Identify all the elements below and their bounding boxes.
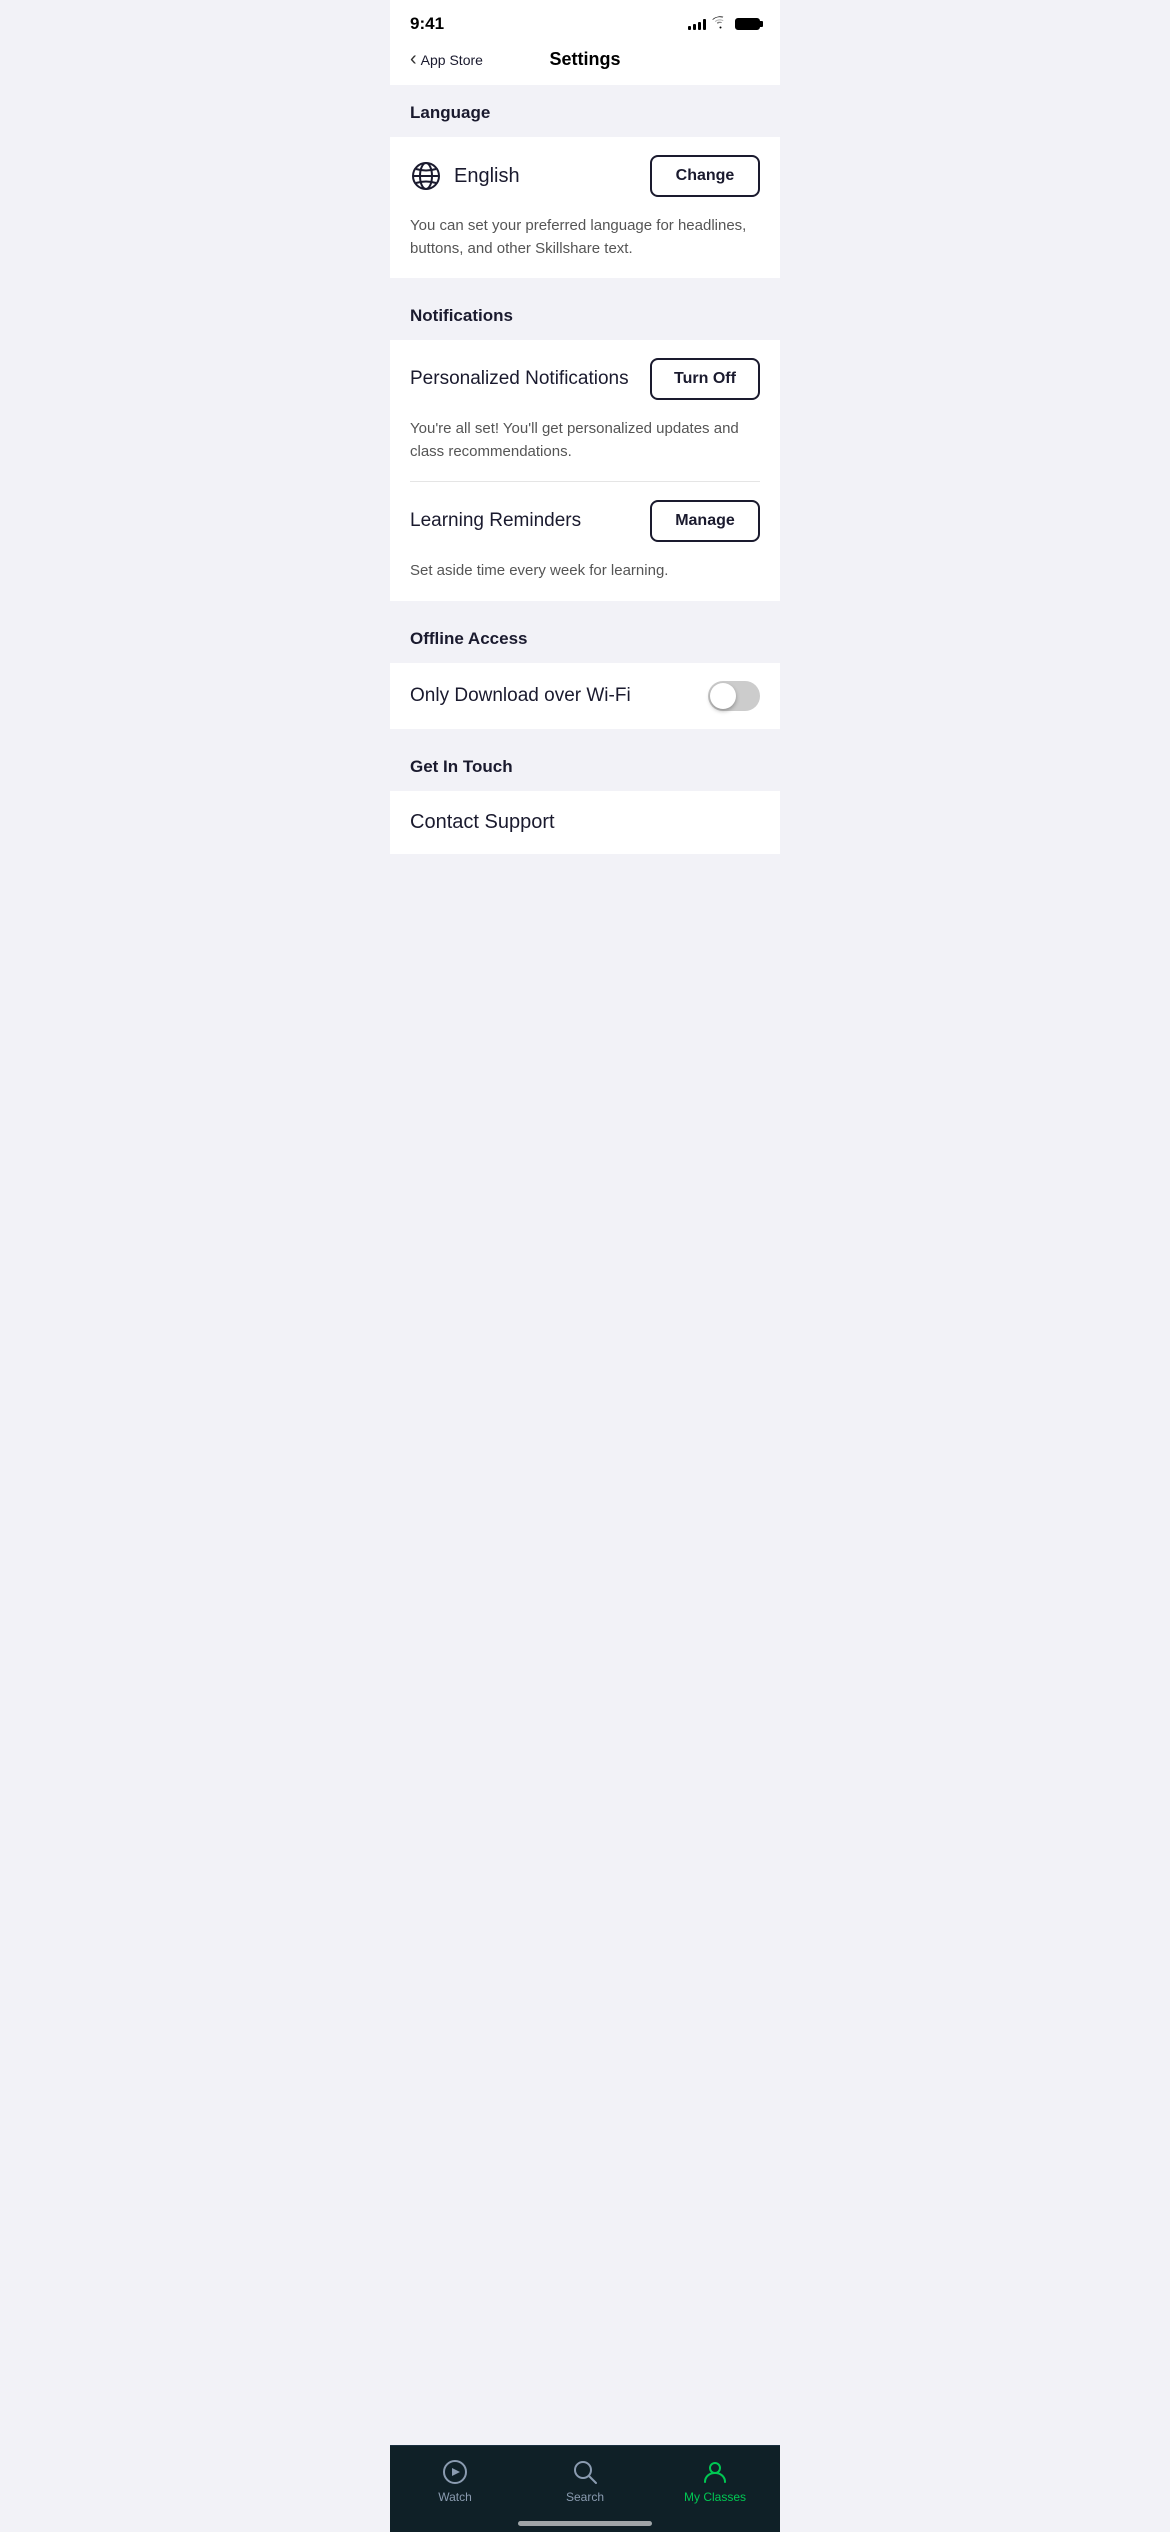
get-in-touch-section-content: Contact Support [390,791,780,854]
tab-watch-label: Watch [438,2490,472,2504]
status-icons [688,16,760,32]
turn-off-button[interactable]: Turn Off [650,358,760,400]
nav-bar: ‹ App Store Settings [390,40,780,85]
contact-support-row[interactable]: Contact Support [410,791,760,854]
my-classes-icon [701,2458,729,2486]
tab-search-label: Search [566,2490,604,2504]
section-divider-1 [390,278,780,288]
status-bar: 9:41 [390,0,780,40]
status-time: 9:41 [410,14,444,34]
offline-access-section-header: Offline Access [390,611,780,663]
learning-reminders-row: Learning Reminders Manage [410,482,760,560]
change-language-button[interactable]: Change [650,155,760,197]
wifi-only-toggle[interactable] [708,681,760,711]
wifi-only-label: Only Download over Wi-Fi [410,685,631,707]
notifications-section-header: Notifications [390,288,780,340]
notifications-section: Notifications Personalized Notifications… [390,288,780,601]
language-section-content: English Change You can set your preferre… [390,137,780,278]
tab-bar: Watch Search My Classes [390,2445,780,2532]
settings-content: Language English Change [390,85,780,954]
language-section-header: Language [390,85,780,137]
learning-reminders-label: Learning Reminders [410,510,581,532]
language-label: English [410,160,520,192]
contact-support-label: Contact Support [410,811,555,833]
language-row: English Change [410,137,760,215]
get-in-touch-section-header: Get In Touch [390,739,780,791]
get-in-touch-section: Get In Touch Contact Support [390,739,780,854]
page-title: Settings [549,49,620,70]
globe-icon [410,160,442,192]
language-description: You can set your preferred language for … [410,215,760,278]
tab-watch[interactable]: Watch [390,2458,520,2504]
toggle-knob [710,683,736,709]
notifications-section-content: Personalized Notifications Turn Off You'… [390,340,780,601]
signal-icon [688,18,706,30]
offline-access-section-content: Only Download over Wi-Fi [390,663,780,729]
section-divider-3 [390,729,780,739]
back-arrow-icon: ‹ [410,48,417,71]
tab-my-classes-label: My Classes [684,2490,746,2504]
search-icon [571,2458,599,2486]
personalized-notifications-label: Personalized Notifications [410,368,629,390]
back-label: App Store [421,52,483,68]
language-section: Language English Change [390,85,780,278]
personalized-notifications-row: Personalized Notifications Turn Off [410,340,760,418]
tab-search[interactable]: Search [520,2458,650,2504]
wifi-icon [712,16,729,32]
home-indicator [518,2521,652,2526]
current-language: English [454,165,520,188]
offline-access-section: Offline Access Only Download over Wi-Fi [390,611,780,729]
manage-button[interactable]: Manage [650,500,760,542]
watch-icon [441,2458,469,2486]
personalized-notifications-description: You're all set! You'll get personalized … [410,418,760,481]
battery-icon [735,18,760,30]
wifi-only-row: Only Download over Wi-Fi [410,663,760,729]
learning-reminders-description: Set aside time every week for learning. [410,560,760,601]
tab-my-classes[interactable]: My Classes [650,2458,780,2504]
back-button[interactable]: ‹ App Store [410,48,483,71]
section-divider-2 [390,601,780,611]
